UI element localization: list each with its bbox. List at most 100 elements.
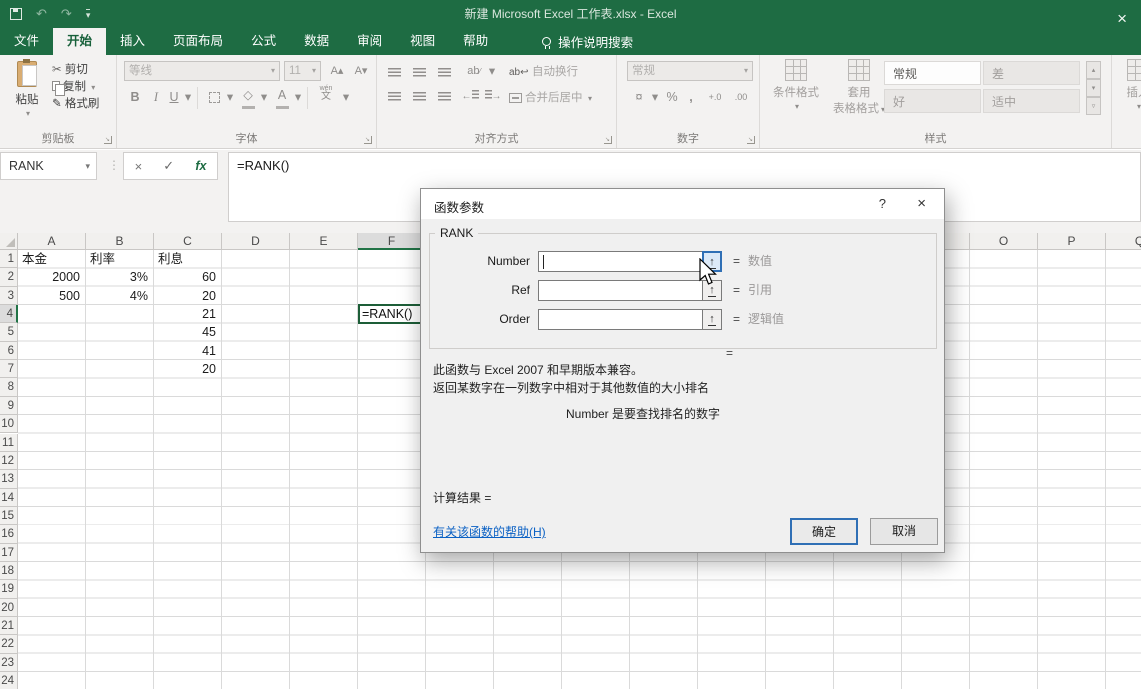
cell-style-bad[interactable]: 差 bbox=[983, 61, 1080, 85]
styles-scroll-up-icon[interactable]: ▴ bbox=[1086, 61, 1101, 79]
number-dialog-launcher-icon[interactable] bbox=[747, 136, 755, 144]
font-name-combo[interactable]: 等线▾ bbox=[124, 61, 280, 81]
row-header-6[interactable]: 6 bbox=[0, 342, 18, 360]
cell-B1[interactable]: 利率 bbox=[86, 250, 154, 268]
row-header-14[interactable]: 14 bbox=[0, 489, 18, 507]
cell-A3[interactable]: 500 bbox=[18, 287, 86, 305]
row-header-21[interactable]: 21 bbox=[0, 617, 18, 635]
column-header-A[interactable]: A bbox=[18, 233, 86, 250]
tab-page-layout[interactable]: 页面布局 bbox=[159, 28, 237, 55]
insert-cells-button[interactable]: 插入▾ bbox=[1118, 59, 1141, 112]
alignment-dialog-launcher-icon[interactable] bbox=[604, 136, 612, 144]
font-dialog-launcher-icon[interactable] bbox=[364, 136, 372, 144]
column-header-E[interactable]: E bbox=[290, 233, 358, 250]
row-header-10[interactable]: 10 bbox=[0, 415, 18, 433]
align-top-button[interactable] bbox=[385, 63, 403, 83]
comma-style-icon[interactable]: , bbox=[685, 87, 697, 107]
wrap-text-button[interactable]: ab↩ 自动换行 bbox=[509, 61, 609, 81]
name-box[interactable]: RANK ▾ bbox=[0, 152, 97, 180]
order-field-input[interactable] bbox=[538, 309, 703, 330]
styles-scroll-down-icon[interactable]: ▾ bbox=[1086, 79, 1101, 97]
row-header-11[interactable]: 11 bbox=[0, 434, 18, 452]
row-header-23[interactable]: 23 bbox=[0, 654, 18, 672]
bold-button[interactable]: B bbox=[127, 87, 143, 107]
row-header-13[interactable]: 13 bbox=[0, 470, 18, 488]
cell-C1[interactable]: 利息 bbox=[154, 250, 222, 268]
row-header-15[interactable]: 15 bbox=[0, 507, 18, 525]
align-center-button[interactable] bbox=[410, 87, 428, 107]
tab-help[interactable]: 帮助 bbox=[449, 28, 502, 55]
underline-button[interactable]: U bbox=[167, 87, 181, 107]
increase-indent-icon[interactable]: → bbox=[484, 87, 502, 107]
number-format-combo[interactable]: 常规▾ bbox=[627, 61, 753, 81]
cell-B2[interactable]: 3% bbox=[86, 268, 154, 286]
styles-more-icon[interactable]: ▿ bbox=[1086, 97, 1101, 115]
tell-me-search[interactable]: 操作说明搜索 bbox=[532, 28, 643, 55]
function-help-link[interactable]: 有关该函数的帮助(H) bbox=[433, 523, 546, 540]
tab-view[interactable]: 视图 bbox=[396, 28, 449, 55]
accounting-caret-icon[interactable]: ▾ bbox=[651, 87, 659, 107]
orientation-button[interactable]: ab⁄ bbox=[462, 61, 486, 81]
order-range-picker-button[interactable]: ↑ bbox=[702, 309, 722, 330]
row-header-1[interactable]: 1 bbox=[0, 250, 18, 268]
active-cell-F4[interactable]: =RANK() bbox=[358, 304, 427, 324]
select-all-corner[interactable] bbox=[0, 233, 18, 250]
orientation-caret-icon[interactable]: ▾ bbox=[487, 61, 497, 81]
underline-caret-icon[interactable]: ▾ bbox=[183, 87, 193, 107]
tab-formulas[interactable]: 公式 bbox=[237, 28, 290, 55]
dialog-title-bar[interactable]: 函数参数 ? × bbox=[421, 189, 944, 219]
align-right-button[interactable] bbox=[435, 87, 453, 107]
cell-style-neutral[interactable]: 适中 bbox=[983, 89, 1080, 113]
borders-caret-icon[interactable]: ▾ bbox=[225, 87, 235, 107]
cut-button[interactable]: ✂ 剪切 bbox=[52, 62, 99, 79]
copy-button[interactable]: 复制 ▾ bbox=[52, 79, 99, 96]
column-header-Q[interactable]: Q bbox=[1106, 233, 1141, 250]
formula-bar-handle-icon[interactable]: ⋮ bbox=[108, 158, 120, 172]
cell-C2[interactable]: 60 bbox=[154, 268, 222, 286]
decrease-indent-icon[interactable]: ← bbox=[461, 87, 479, 107]
cell-C6[interactable]: 41 bbox=[154, 342, 222, 360]
increase-font-icon[interactable]: A▴ bbox=[326, 61, 348, 81]
row-header-24[interactable]: 24 bbox=[0, 672, 18, 689]
decrease-decimal-icon[interactable]: .00 bbox=[729, 87, 753, 107]
cancel-formula-icon[interactable]: × bbox=[135, 159, 143, 174]
tab-file[interactable]: 文件 bbox=[0, 28, 53, 55]
column-header-P[interactable]: P bbox=[1038, 233, 1106, 250]
cell-C7[interactable]: 20 bbox=[154, 360, 222, 378]
clipboard-dialog-launcher-icon[interactable] bbox=[104, 136, 112, 144]
enter-formula-icon[interactable]: ✓ bbox=[163, 158, 174, 174]
italic-button[interactable]: I bbox=[149, 87, 163, 107]
cell-C3[interactable]: 20 bbox=[154, 287, 222, 305]
name-box-caret-icon[interactable]: ▾ bbox=[85, 153, 90, 179]
row-header-2[interactable]: 2 bbox=[0, 268, 18, 286]
font-color-caret-icon[interactable]: ▾ bbox=[293, 87, 303, 107]
cell-C5[interactable]: 45 bbox=[154, 323, 222, 341]
row-header-4[interactable]: 4 bbox=[0, 305, 18, 323]
row-header-16[interactable]: 16 bbox=[0, 525, 18, 543]
row-header-7[interactable]: 7 bbox=[0, 360, 18, 378]
row-header-19[interactable]: 19 bbox=[0, 580, 18, 598]
cell-B3[interactable]: 4% bbox=[86, 287, 154, 305]
paste-button[interactable]: 粘贴 ▾ bbox=[7, 59, 47, 135]
column-header-D[interactable]: D bbox=[222, 233, 290, 250]
row-header-17[interactable]: 17 bbox=[0, 544, 18, 562]
row-header-9[interactable]: 9 bbox=[0, 397, 18, 415]
increase-decimal-icon[interactable]: +.0 bbox=[703, 87, 727, 107]
tab-home[interactable]: 开始 bbox=[53, 28, 106, 55]
font-color-button[interactable]: A bbox=[273, 85, 291, 105]
column-header-B[interactable]: B bbox=[86, 233, 154, 250]
cell-C4[interactable]: 21 bbox=[154, 305, 222, 323]
cell-A1[interactable]: 本金 bbox=[18, 250, 86, 268]
row-header-5[interactable]: 5 bbox=[0, 323, 18, 341]
row-header-12[interactable]: 12 bbox=[0, 452, 18, 470]
ok-button[interactable]: 确定 bbox=[790, 518, 858, 545]
dialog-close-icon[interactable]: × bbox=[917, 195, 926, 212]
phonetic-caret-icon[interactable]: ▾ bbox=[341, 87, 351, 107]
cell-style-good[interactable]: 好 bbox=[884, 89, 981, 113]
row-header-20[interactable]: 20 bbox=[0, 599, 18, 617]
tab-insert[interactable]: 插入 bbox=[106, 28, 159, 55]
row-header-22[interactable]: 22 bbox=[0, 635, 18, 653]
row-header-8[interactable]: 8 bbox=[0, 378, 18, 396]
borders-button[interactable] bbox=[205, 87, 223, 107]
format-painter-button[interactable]: ✎ 格式刷 bbox=[52, 96, 99, 113]
